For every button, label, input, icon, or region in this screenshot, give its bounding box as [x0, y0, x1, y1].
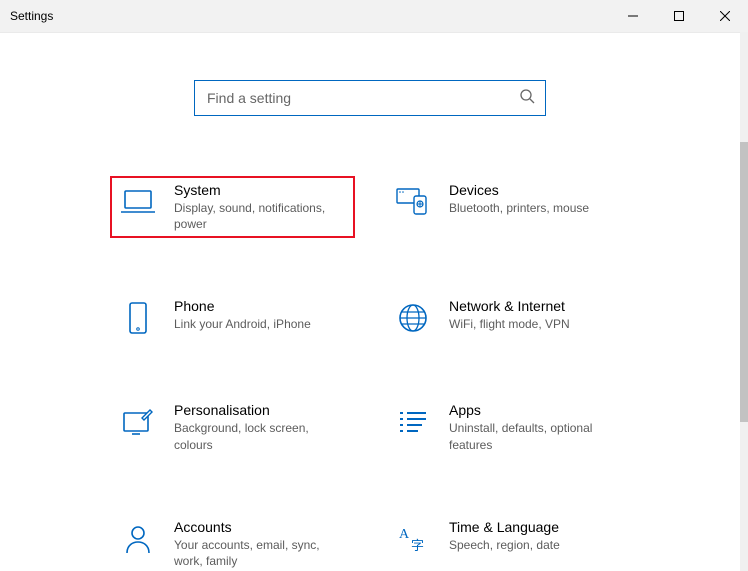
tile-apps[interactable]: Apps Uninstall, defaults, optional featu…	[385, 396, 630, 458]
settings-window: Settings	[0, 0, 748, 571]
maximize-button[interactable]	[656, 0, 702, 32]
tile-text: Personalisation Background, lock screen,…	[174, 402, 344, 452]
category-grid: System Display, sound, notifications, po…	[0, 176, 740, 571]
tile-network[interactable]: Network & Internet WiFi, flight mode, VP…	[385, 292, 630, 342]
laptop-icon	[120, 184, 156, 220]
devices-icon	[395, 184, 431, 220]
scrollbar-thumb[interactable]	[740, 142, 748, 422]
tile-desc: Background, lock screen, colours	[174, 420, 344, 452]
tile-devices[interactable]: Devices Bluetooth, printers, mouse	[385, 176, 630, 238]
globe-icon	[395, 300, 431, 336]
tile-title: Network & Internet	[449, 298, 570, 314]
tile-desc: Your accounts, email, sync, work, family	[174, 537, 344, 569]
close-icon	[720, 11, 730, 21]
tile-text: Apps Uninstall, defaults, optional featu…	[449, 402, 619, 452]
tile-system[interactable]: System Display, sound, notifications, po…	[110, 176, 355, 238]
titlebar: Settings	[0, 0, 748, 33]
tile-title: Phone	[174, 298, 311, 314]
accounts-icon	[120, 521, 156, 557]
minimize-button[interactable]	[610, 0, 656, 32]
tile-text: Accounts Your accounts, email, sync, wor…	[174, 519, 344, 569]
tile-title: Time & Language	[449, 519, 560, 535]
apps-icon	[395, 404, 431, 440]
tile-title: Accounts	[174, 519, 344, 535]
search-icon	[519, 88, 535, 109]
tile-personalisation[interactable]: Personalisation Background, lock screen,…	[110, 396, 355, 458]
tile-text: System Display, sound, notifications, po…	[174, 182, 344, 232]
tile-title: System	[174, 182, 344, 198]
tile-text: Time & Language Speech, region, date	[449, 519, 560, 553]
time-language-icon: A字	[395, 521, 431, 557]
search-container	[0, 80, 740, 116]
tile-phone[interactable]: Phone Link your Android, iPhone	[110, 292, 355, 342]
tile-title: Devices	[449, 182, 589, 198]
window-title: Settings	[0, 9, 53, 23]
personalisation-icon	[120, 404, 156, 440]
tile-desc: WiFi, flight mode, VPN	[449, 316, 570, 332]
tile-text: Phone Link your Android, iPhone	[174, 298, 311, 332]
maximize-icon	[674, 11, 684, 21]
svg-text:A: A	[399, 527, 410, 542]
tile-title: Personalisation	[174, 402, 344, 418]
tile-title: Apps	[449, 402, 619, 418]
tile-desc: Link your Android, iPhone	[174, 316, 311, 332]
scrollbar[interactable]	[740, 32, 748, 571]
phone-icon	[120, 300, 156, 336]
search-box[interactable]	[194, 80, 546, 116]
tile-desc: Speech, region, date	[449, 537, 560, 553]
svg-text:字: 字	[411, 538, 424, 553]
tile-text: Devices Bluetooth, printers, mouse	[449, 182, 589, 216]
search-input[interactable]	[205, 89, 519, 107]
content-area: System Display, sound, notifications, po…	[0, 32, 740, 571]
tile-desc: Bluetooth, printers, mouse	[449, 200, 589, 216]
minimize-icon	[628, 11, 638, 21]
window-controls	[610, 0, 748, 32]
tile-desc: Display, sound, notifications, power	[174, 200, 344, 232]
close-button[interactable]	[702, 0, 748, 32]
tile-time-language[interactable]: A字 Time & Language Speech, region, date	[385, 513, 630, 571]
tile-text: Network & Internet WiFi, flight mode, VP…	[449, 298, 570, 332]
tile-accounts[interactable]: Accounts Your accounts, email, sync, wor…	[110, 513, 355, 571]
tile-desc: Uninstall, defaults, optional features	[449, 420, 619, 452]
